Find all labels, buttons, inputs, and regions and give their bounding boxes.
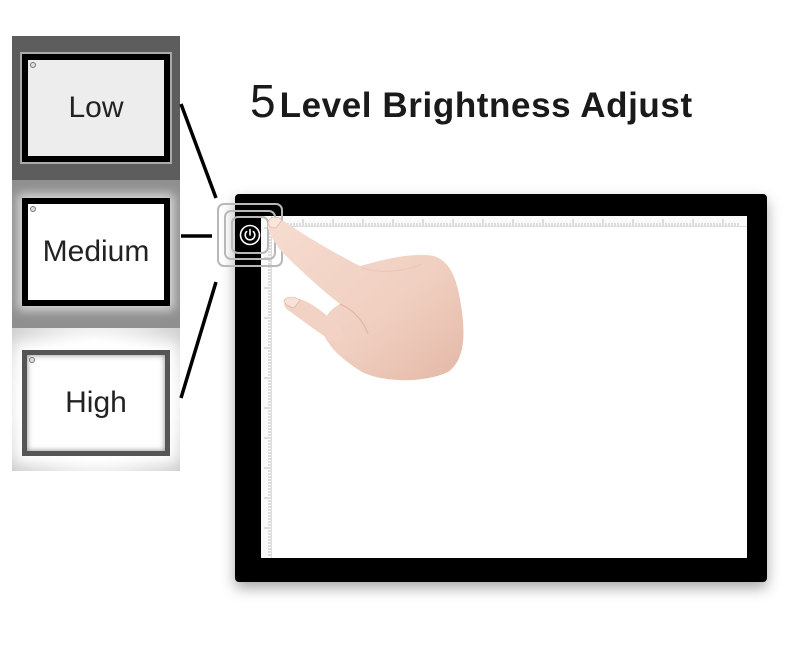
pad-power-dot-icon xyxy=(30,62,36,68)
brightness-levels: Low Medium High xyxy=(12,36,180,471)
headline-text: Level Brightness Adjust xyxy=(279,86,693,125)
level-medium-panel: Medium xyxy=(12,180,180,328)
level-low-pad: Low xyxy=(22,54,170,162)
level-medium-label: Medium xyxy=(42,235,150,268)
level-medium-pad: Medium xyxy=(22,198,170,306)
level-high-pad: High xyxy=(22,350,170,456)
level-high-label: High xyxy=(65,386,127,419)
connector-high xyxy=(179,281,218,399)
level-high-panel: High xyxy=(12,328,180,471)
connector-low xyxy=(179,103,218,199)
power-icon[interactable] xyxy=(239,224,261,246)
headline: 5 Level Brightness Adjust xyxy=(250,78,693,130)
level-low-label: Low xyxy=(68,91,124,124)
level-low-panel: Low xyxy=(12,36,180,180)
headline-number: 5 xyxy=(250,75,276,127)
pointing-hand xyxy=(267,216,464,381)
pad-power-dot-icon xyxy=(29,357,35,363)
pad-power-dot-icon xyxy=(30,206,36,212)
